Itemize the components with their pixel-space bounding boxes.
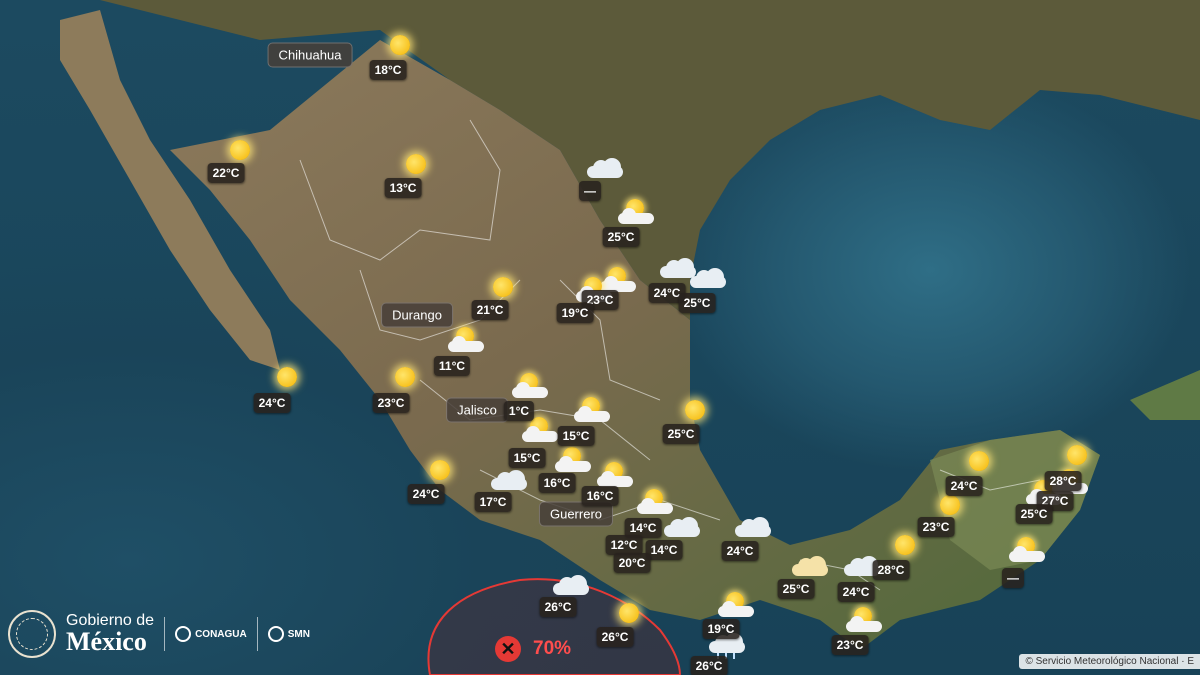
smn-logo: SMN (267, 626, 310, 642)
partly-cloudy-icon[interactable] (572, 397, 612, 423)
cloudy-icon[interactable] (489, 470, 529, 490)
temperature-label[interactable]: 28°C (872, 560, 910, 580)
partly-cloudy-icon[interactable] (553, 447, 593, 473)
sunny-icon[interactable] (386, 31, 414, 59)
temperature-label[interactable]: 15°C (557, 426, 595, 446)
cloudy-icon[interactable] (688, 268, 728, 288)
temperature-label[interactable]: — (1002, 568, 1024, 588)
temperature-label[interactable]: 25°C (662, 424, 700, 444)
smn-icon (267, 626, 284, 642)
sunny-icon[interactable] (965, 447, 993, 475)
cloudy-icon[interactable] (790, 556, 830, 576)
cloudy-icon[interactable] (662, 517, 702, 537)
sunny-icon[interactable] (1063, 441, 1091, 469)
temperature-label[interactable]: 24°C (721, 541, 759, 561)
temperature-label[interactable]: 21°C (471, 300, 509, 320)
temperature-label[interactable]: 25°C (777, 579, 815, 599)
sunny-icon[interactable] (489, 273, 517, 301)
temperature-label[interactable]: 11°C (433, 356, 471, 376)
temperature-label[interactable]: 26°C (690, 656, 728, 675)
partly-cloudy-icon[interactable] (635, 489, 675, 515)
temperature-label[interactable]: 26°C (596, 627, 634, 647)
partly-cloudy-icon[interactable] (446, 327, 486, 353)
temperature-label[interactable]: 15°C (508, 448, 546, 468)
temperature-label[interactable]: 16°C (581, 486, 619, 506)
temperature-label[interactable]: 19°C (702, 619, 740, 639)
temperature-label[interactable]: 28°C (1044, 471, 1082, 491)
temperature-label[interactable]: 23°C (917, 517, 955, 537)
partly-cloudy-icon[interactable] (510, 373, 550, 399)
temperature-label[interactable]: 24°C (837, 582, 875, 602)
temperature-label[interactable]: 23°C (372, 393, 410, 413)
temperature-label[interactable]: 19°C (556, 303, 594, 323)
temperature-label[interactable]: 14°C (645, 540, 683, 560)
weather-map[interactable]: Chihuahua Durango Jalisco Guerrero 18°C … (0, 0, 1200, 675)
temperature-label[interactable]: 24°C (945, 476, 983, 496)
partly-cloudy-icon[interactable] (616, 199, 656, 225)
sunny-icon[interactable] (273, 363, 301, 391)
temperature-label[interactable]: 1°C (503, 401, 535, 421)
temperature-label[interactable]: 25°C (602, 227, 640, 247)
temperature-label[interactable]: 24°C (407, 484, 445, 504)
conagua-logo: CONAGUA (175, 626, 247, 642)
sunny-icon[interactable] (402, 150, 430, 178)
temperature-label[interactable]: 17°C (474, 492, 512, 512)
cloudy-icon[interactable] (585, 158, 625, 178)
risk-probability: 70% (533, 638, 572, 659)
partly-cloudy-icon[interactable] (1007, 537, 1047, 563)
divider (164, 617, 166, 651)
temperature-label[interactable]: 25°C (1015, 504, 1053, 524)
gob-line2: México (66, 627, 147, 656)
divider (256, 617, 258, 651)
cloudy-icon[interactable] (551, 575, 591, 595)
sunny-icon[interactable] (426, 456, 454, 484)
temperature-label[interactable]: 24°C (253, 393, 291, 413)
temperature-label[interactable]: 20°C (613, 553, 651, 573)
temperature-label[interactable]: 23°C (831, 635, 869, 655)
branding-bar: Gobierno de México CONAGUA SMN (8, 604, 310, 664)
mexico-seal-icon (8, 610, 56, 658)
gobierno-logo: Gobierno de México (66, 613, 154, 655)
copyright-attribution[interactable]: © Servicio Meteorológico Nacional · E (1019, 654, 1200, 669)
temperature-label[interactable]: 18°C (369, 60, 407, 80)
close-x-icon: ✕ (495, 636, 521, 662)
state-label-chihuahua[interactable]: Chihuahua (267, 42, 353, 68)
temperature-label[interactable]: — (579, 181, 601, 201)
sunny-icon[interactable] (615, 599, 643, 627)
temperature-label[interactable]: 22°C (207, 163, 245, 183)
temperature-label[interactable]: 13°C (384, 178, 422, 198)
temperature-label[interactable]: 12°C (605, 535, 643, 555)
cyclone-risk-marker[interactable]: ✕ 70% (495, 636, 571, 662)
temperature-label[interactable]: 26°C (539, 597, 577, 617)
state-label-durango[interactable]: Durango (381, 302, 453, 328)
sunny-icon[interactable] (891, 531, 919, 559)
temperature-label[interactable]: 25°C (678, 293, 716, 313)
partly-cloudy-icon[interactable] (716, 592, 756, 618)
partly-cloudy-icon[interactable] (595, 462, 635, 488)
partly-cloudy-icon[interactable] (844, 607, 884, 633)
temperature-label[interactable]: 16°C (538, 473, 576, 493)
sunny-icon[interactable] (681, 396, 709, 424)
sunny-icon[interactable] (226, 136, 254, 164)
state-label-jalisco[interactable]: Jalisco (446, 397, 508, 423)
cloudy-icon[interactable] (733, 517, 773, 537)
conagua-icon (175, 626, 192, 642)
sunny-icon[interactable] (391, 363, 419, 391)
